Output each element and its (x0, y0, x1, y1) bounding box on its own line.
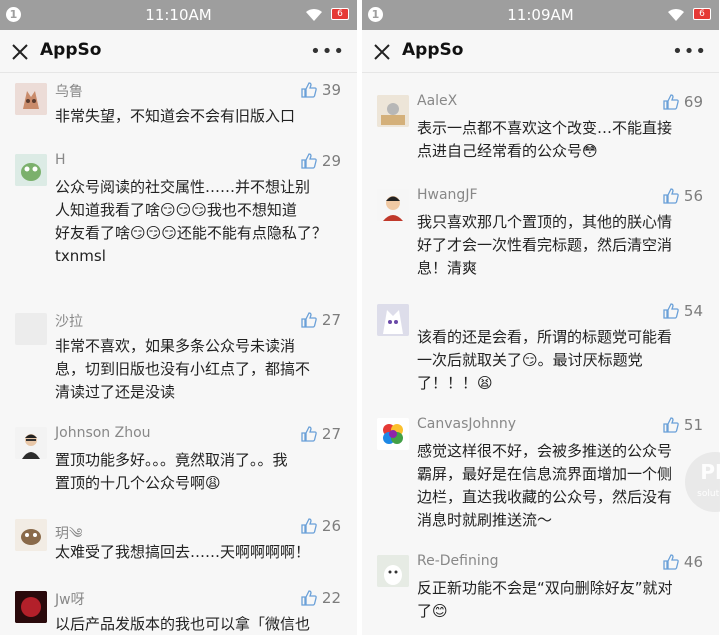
like-count: 29 (321, 152, 341, 170)
commenter-name: AaleX (417, 93, 458, 109)
like-count: 39 (321, 81, 341, 99)
status-time: 11:10AM (145, 6, 212, 24)
thumbs-up-icon (301, 590, 317, 606)
comment-text: 该看的还是会看，所谓的标题党可能看 一次后就取关了😏。最讨厌标题党 了！！！😫 (417, 328, 673, 392)
like-count: 27 (321, 311, 341, 329)
commenter-name: HwangJF (417, 187, 478, 203)
avatar[interactable] (15, 427, 47, 459)
avatar[interactable] (377, 189, 409, 221)
comment-list[interactable]: AaleX 69 表示一点都不喜欢这个改变…不能直接 点进自己经常看的公众号😳 … (362, 73, 719, 635)
thumbs-up-icon (663, 303, 679, 319)
comment-text: 非常不喜欢，如果多条公众号未读消 息，切到旧版也没有小红点了，都搞不 清读过了还… (55, 337, 311, 401)
status-time: 11:09AM (507, 6, 574, 24)
comment-text: 我只喜欢那几个置顶的，其他的朕心情 好了才会一次性看完标题，然后清空消 息！清爽 (417, 213, 673, 277)
like-count: 69 (683, 93, 703, 111)
avatar[interactable] (377, 555, 409, 587)
like-count: 22 (321, 589, 341, 607)
like-button[interactable]: 26 (300, 517, 341, 535)
comment-text: 感觉这样很不好，会被多推送的公众号 霸屏，最好是在信息流界面增加一个侧 边栏，直… (417, 442, 673, 529)
like-button[interactable]: 69 (662, 93, 703, 111)
avatar[interactable] (377, 95, 409, 127)
like-button[interactable]: 46 (662, 553, 703, 571)
right-screen: 1 11:09AM 6 AppSo ••• AaleX 69 表示一点都不喜欢这… (362, 0, 719, 635)
page-title: AppSo (402, 40, 464, 60)
like-button[interactable]: 56 (662, 187, 703, 205)
comment-text: 公众号阅读的社交属性……并不想让别 人知道我看了啥😏😏😏我也不想知道 好友看了啥… (55, 178, 327, 265)
comment-text: 表示一点都不喜欢这个改变…不能直接 点进自己经常看的公众号😳 (417, 119, 673, 160)
status-bar: 1 11:10AM 6 (0, 0, 357, 30)
commenter-name: Re-Defining (417, 553, 499, 569)
like-button[interactable]: 54 (662, 302, 703, 320)
thumbs-up-icon (663, 188, 679, 204)
like-button[interactable]: 29 (300, 152, 341, 170)
more-menu-button[interactable]: ••• (672, 41, 707, 62)
close-icon[interactable] (372, 42, 392, 62)
like-button[interactable]: 39 (300, 81, 341, 99)
avatar[interactable] (15, 83, 47, 115)
close-icon[interactable] (10, 42, 30, 62)
avatar[interactable] (377, 418, 409, 450)
comment-text: 反正新功能不会是“双向删除好友”就对 了😊 (417, 579, 673, 620)
like-count: 54 (683, 302, 703, 320)
avatar[interactable] (15, 154, 47, 186)
comment-text: 非常失望，不知道会不会有旧版入口 (55, 107, 296, 125)
comment-list[interactable]: 乌鲁 39 非常失望，不知道会不会有旧版入口 H 29 公众号阅读的社交属性……… (0, 73, 357, 635)
commenter-name: 沙拉 (55, 314, 83, 330)
thumbs-up-icon (663, 417, 679, 433)
wifi-icon (306, 8, 322, 21)
avatar[interactable] (15, 519, 47, 551)
commenter-name: Johnson Zhou (55, 425, 151, 441)
wifi-icon (668, 8, 684, 21)
avatar[interactable] (15, 313, 47, 345)
thumbs-up-icon (301, 426, 317, 442)
battery-icon: 6 (331, 8, 349, 20)
commenter-name: H (55, 152, 66, 168)
like-button[interactable]: 51 (662, 416, 703, 434)
left-screen: 1 11:10AM 6 AppSo ••• 乌鲁 39 非常失望，不知道会不会有… (0, 0, 357, 635)
comment-text: 太难受了我想搞回去……天啊啊啊啊！ (55, 543, 311, 561)
like-count: 46 (683, 553, 703, 571)
like-button[interactable]: 27 (300, 311, 341, 329)
status-bar: 1 11:09AM 6 (362, 0, 719, 30)
comment-text: 以后产品发版本的我也可以拿「微信也 (55, 615, 311, 633)
like-count: 26 (321, 517, 341, 535)
like-count: 56 (683, 187, 703, 205)
thumbs-up-icon (301, 312, 317, 328)
like-button[interactable]: 22 (300, 589, 341, 607)
nav-bar: AppSo ••• (362, 30, 719, 73)
thumbs-up-icon (301, 518, 317, 534)
avatar[interactable] (377, 304, 409, 336)
like-button[interactable]: 27 (300, 425, 341, 443)
like-count: 51 (683, 416, 703, 434)
comment-text: 置顶功能多好。。。竟然取消了。。我 置顶的十几个公众号啊😩 (55, 451, 288, 492)
thumbs-up-icon (663, 554, 679, 570)
like-count: 27 (321, 425, 341, 443)
thumbs-up-icon (301, 153, 317, 169)
thumbs-up-icon (301, 82, 317, 98)
commenter-name: 乌鲁 (55, 84, 83, 100)
thumbs-up-icon (663, 94, 679, 110)
more-menu-button[interactable]: ••• (310, 41, 345, 62)
battery-icon: 6 (693, 8, 711, 20)
nav-bar: AppSo ••• (0, 30, 357, 73)
commenter-name: Jw呀 (55, 592, 85, 608)
commenter-name: CanvasJohnny (417, 416, 516, 432)
avatar[interactable] (15, 591, 47, 623)
page-title: AppSo (40, 40, 102, 60)
